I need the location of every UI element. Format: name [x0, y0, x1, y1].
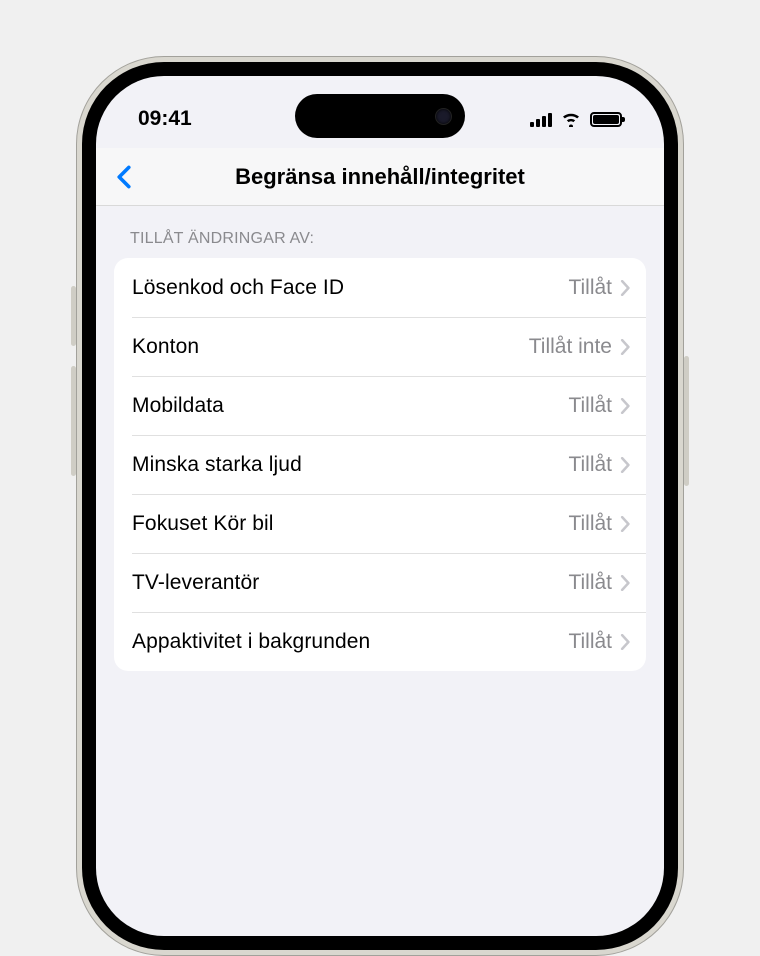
- chevron-right-icon: [620, 457, 630, 473]
- row-value: Tillåt inte: [529, 335, 612, 359]
- row-label: Lösenkod och Face ID: [132, 276, 568, 300]
- nav-bar: Begränsa innehåll/integritet: [96, 148, 664, 206]
- row-label: Fokuset Kör bil: [132, 512, 568, 536]
- battery-icon: [590, 112, 622, 127]
- chevron-right-icon: [620, 339, 630, 355]
- phone-bezel: 09:41 Begränsa innehåll/integritet: [82, 62, 678, 950]
- settings-row[interactable]: Lösenkod och Face IDTillåt: [114, 258, 646, 317]
- phone-frame: 09:41 Begränsa innehåll/integritet: [76, 56, 684, 956]
- page-title: Begränsa innehåll/integritet: [96, 164, 664, 190]
- back-button[interactable]: [110, 159, 138, 195]
- section-header: TILLÅT ÄNDRINGAR AV:: [96, 206, 664, 258]
- row-value: Tillåt: [568, 394, 612, 418]
- cellular-icon: [530, 112, 552, 127]
- row-value: Tillåt: [568, 512, 612, 536]
- content-area: TILLÅT ÄNDRINGAR AV: Lösenkod och Face I…: [96, 206, 664, 671]
- settings-row[interactable]: Minska starka ljudTillåt: [114, 435, 646, 494]
- row-label: Appaktivitet i bakgrunden: [132, 630, 568, 654]
- settings-row[interactable]: TV-leverantörTillåt: [114, 553, 646, 612]
- row-label: Minska starka ljud: [132, 453, 568, 477]
- screen: 09:41 Begränsa innehåll/integritet: [96, 76, 664, 936]
- row-label: TV-leverantör: [132, 571, 568, 595]
- row-value: Tillåt: [568, 630, 612, 654]
- settings-row[interactable]: MobildataTillåt: [114, 376, 646, 435]
- settings-row[interactable]: Appaktivitet i bakgrundenTillåt: [114, 612, 646, 671]
- row-value: Tillåt: [568, 453, 612, 477]
- row-label: Konton: [132, 335, 529, 359]
- settings-list: Lösenkod och Face IDTillåtKontonTillåt i…: [114, 258, 646, 671]
- row-label: Mobildata: [132, 394, 568, 418]
- status-time: 09:41: [138, 107, 192, 131]
- chevron-right-icon: [620, 575, 630, 591]
- dynamic-island: [295, 94, 465, 138]
- camera-icon: [436, 109, 451, 124]
- wifi-icon: [560, 111, 582, 127]
- row-value: Tillåt: [568, 276, 612, 300]
- chevron-right-icon: [620, 516, 630, 532]
- chevron-right-icon: [620, 280, 630, 296]
- settings-row[interactable]: KontonTillåt inte: [114, 317, 646, 376]
- row-value: Tillåt: [568, 571, 612, 595]
- chevron-right-icon: [620, 634, 630, 650]
- chevron-right-icon: [620, 398, 630, 414]
- settings-row[interactable]: Fokuset Kör bilTillåt: [114, 494, 646, 553]
